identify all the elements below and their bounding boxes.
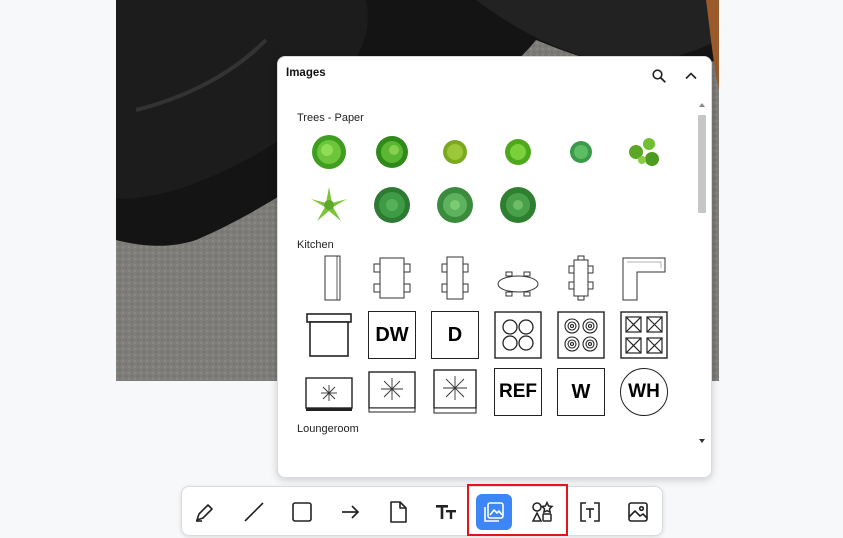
pen-icon[interactable] bbox=[187, 494, 223, 530]
counter-image[interactable] bbox=[303, 252, 355, 304]
panel-title: Images bbox=[286, 67, 326, 79]
dining-table-image[interactable] bbox=[366, 252, 418, 304]
frame-icon[interactable] bbox=[572, 494, 608, 530]
armchair-image[interactable] bbox=[555, 433, 607, 449]
search-icon[interactable] bbox=[650, 67, 668, 85]
tree-image[interactable] bbox=[492, 179, 544, 231]
freezer-image[interactable] bbox=[366, 366, 418, 418]
dining-table-image[interactable] bbox=[555, 252, 607, 304]
drawing-toolbar bbox=[181, 486, 663, 536]
sink-image[interactable] bbox=[303, 309, 355, 361]
tree-image[interactable] bbox=[555, 126, 607, 178]
freezer-image[interactable] bbox=[429, 366, 481, 418]
round-table-image[interactable] bbox=[429, 433, 481, 449]
washer-label: W bbox=[557, 368, 605, 416]
app-canvas[interactable]: Images Trees - Paper Kitchen DW D REF W … bbox=[0, 0, 843, 538]
dryer-image[interactable]: D bbox=[429, 309, 481, 361]
cooktop-image[interactable] bbox=[618, 309, 670, 361]
rectangle-icon[interactable] bbox=[284, 494, 320, 530]
refrigerator-label: REF bbox=[494, 368, 542, 416]
chevron-up-icon[interactable] bbox=[682, 67, 700, 85]
refrigerator-image[interactable]: REF bbox=[492, 366, 544, 418]
sofa-image[interactable] bbox=[303, 433, 355, 449]
corner-counter-image[interactable] bbox=[618, 252, 670, 304]
image-upload-icon[interactable] bbox=[620, 494, 656, 530]
oval-table-image[interactable] bbox=[492, 252, 544, 304]
chair-image[interactable] bbox=[618, 433, 670, 449]
note-icon[interactable] bbox=[380, 494, 416, 530]
section-title-trees: Trees - Paper bbox=[297, 112, 364, 124]
water-heater-label: WH bbox=[620, 368, 668, 416]
tree-image[interactable] bbox=[492, 126, 544, 178]
dryer-label: D bbox=[431, 311, 479, 359]
dishwasher-label: DW bbox=[368, 311, 416, 359]
images-panel: Images Trees - Paper Kitchen DW D REF W … bbox=[277, 56, 712, 478]
washer-image[interactable]: W bbox=[555, 366, 607, 418]
cooktop-image[interactable] bbox=[555, 309, 607, 361]
tool-highlight-box bbox=[467, 484, 568, 536]
arrow-icon[interactable] bbox=[332, 494, 368, 530]
tree-image[interactable] bbox=[303, 179, 355, 231]
dining-table-image[interactable] bbox=[429, 252, 481, 304]
scrollbar-thumb[interactable] bbox=[698, 115, 706, 213]
tree-image[interactable] bbox=[366, 126, 418, 178]
text-icon[interactable] bbox=[428, 494, 464, 530]
section-title-kitchen: Kitchen bbox=[297, 239, 334, 251]
freezer-image[interactable] bbox=[303, 366, 355, 418]
panel-header: Images bbox=[278, 57, 711, 95]
tree-image[interactable] bbox=[429, 179, 481, 231]
panel-scrollbar[interactable] bbox=[697, 101, 707, 447]
tree-image[interactable] bbox=[429, 126, 481, 178]
dishwasher-image[interactable]: DW bbox=[366, 309, 418, 361]
cooktop-image[interactable] bbox=[492, 309, 544, 361]
tree-image[interactable] bbox=[366, 179, 418, 231]
tree-image[interactable] bbox=[618, 126, 670, 178]
scroll-up-icon[interactable] bbox=[697, 101, 707, 109]
lamp-image[interactable] bbox=[492, 433, 544, 449]
scroll-down-icon[interactable] bbox=[697, 437, 707, 445]
water-heater-image[interactable]: WH bbox=[618, 366, 670, 418]
images-list[interactable]: Trees - Paper Kitchen DW D REF W WH Loun… bbox=[278, 99, 696, 449]
line-icon[interactable] bbox=[236, 494, 272, 530]
tree-image[interactable] bbox=[303, 126, 355, 178]
